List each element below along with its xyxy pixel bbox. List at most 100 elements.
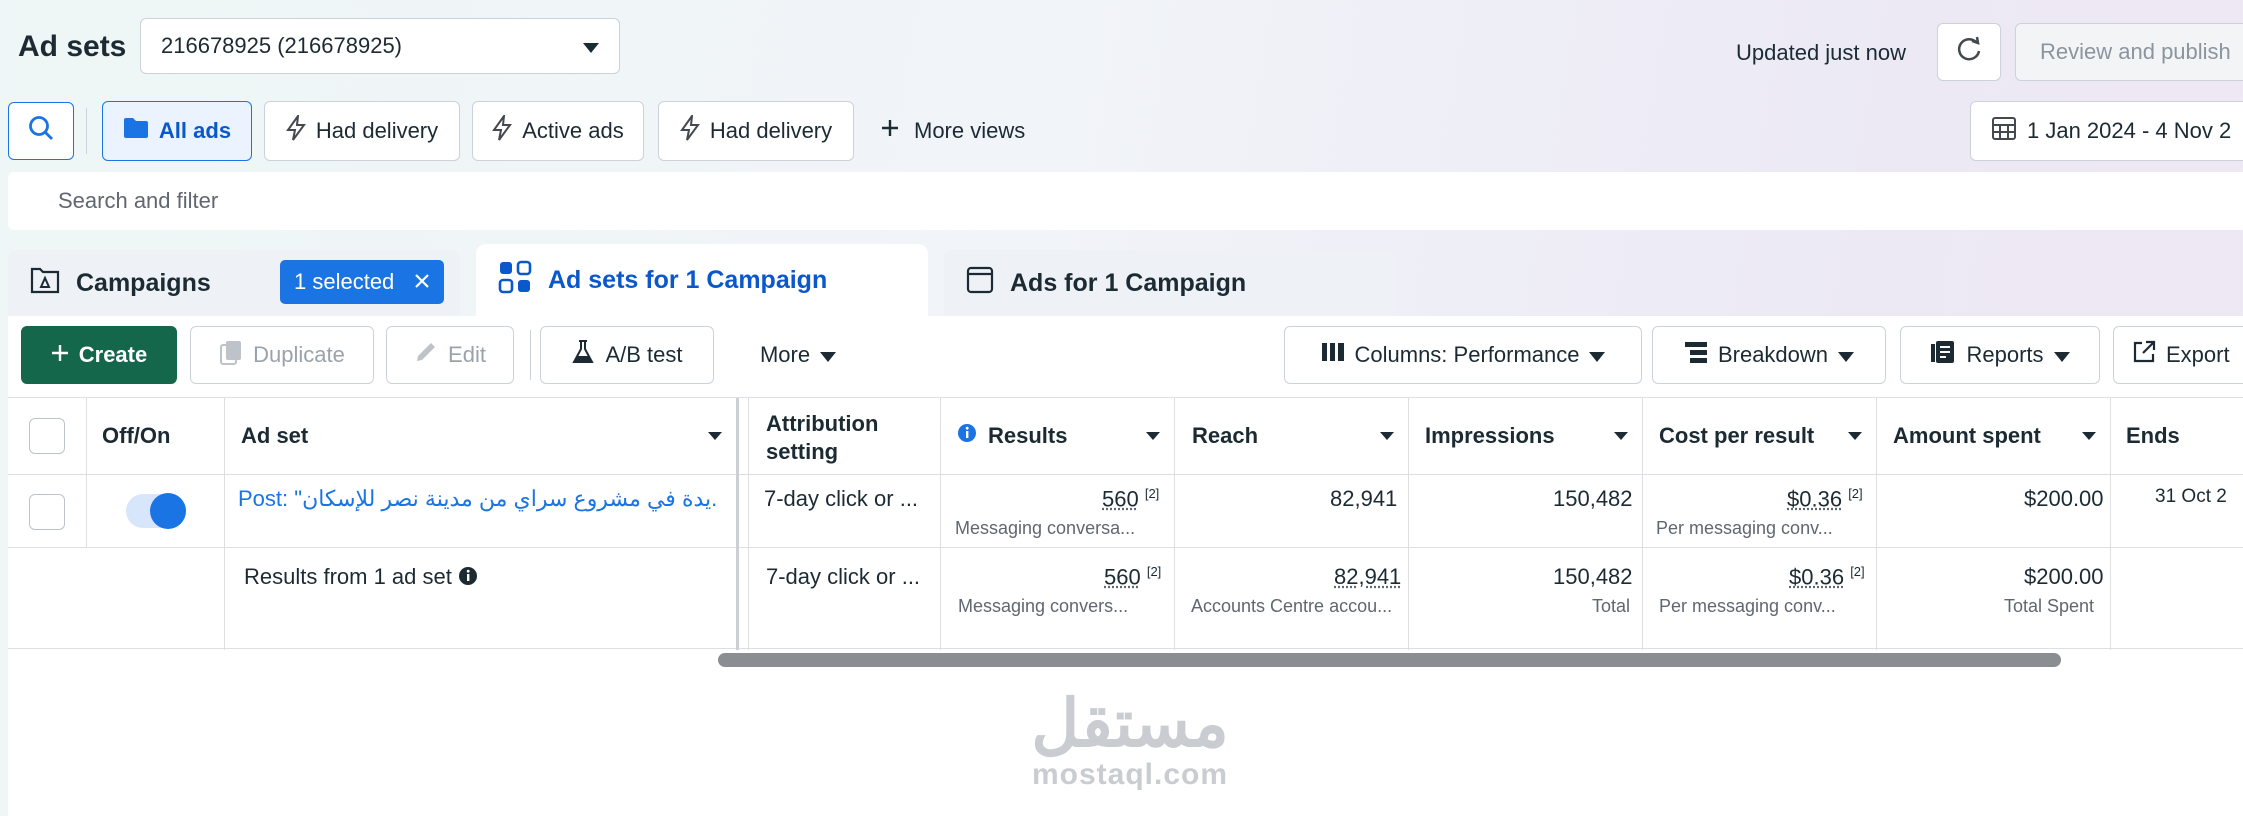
row-results-sub: Messaging conversa... xyxy=(955,518,1136,538)
divider xyxy=(86,108,87,154)
summary-impressions: 150,482 xyxy=(1553,564,1633,589)
header-reach[interactable]: Reach xyxy=(1192,423,1258,449)
date-range-label: 1 Jan 2024 - 4 Nov 2 xyxy=(2027,118,2232,143)
create-button[interactable]: Create xyxy=(21,326,177,384)
tab-ad-sets[interactable]: Ad sets for 1 Campaign xyxy=(476,244,928,316)
columns-icon xyxy=(1321,342,1345,368)
export-button[interactable]: Export xyxy=(2113,326,2243,384)
view-label: Active ads xyxy=(522,118,624,143)
duplicate-icon xyxy=(219,339,243,371)
col-divider xyxy=(748,398,749,650)
header-attribution[interactable]: Attribution setting xyxy=(766,410,926,466)
duplicate-button[interactable]: Duplicate xyxy=(190,326,374,384)
plus-icon xyxy=(880,118,900,144)
header-amount-spent[interactable]: Amount spent xyxy=(1893,423,2041,449)
page-title: Ad sets xyxy=(18,30,127,63)
view-all-ads[interactable]: All ads xyxy=(102,101,252,161)
reports-button[interactable]: Reports xyxy=(1900,326,2100,384)
more-views-label: More views xyxy=(914,118,1026,143)
sort-caret-icon[interactable] xyxy=(708,432,722,440)
sort-caret-icon[interactable] xyxy=(2082,432,2096,440)
horizontal-scrollbar[interactable] xyxy=(718,653,2061,667)
ab-test-button[interactable]: A/B test xyxy=(540,326,714,384)
cost-value[interactable]: $0.36 xyxy=(1789,564,1844,589)
more-views-button[interactable]: More views xyxy=(880,101,1025,161)
col-divider xyxy=(1642,398,1643,650)
calendar-icon xyxy=(1991,115,2017,147)
summary-label: Results from 1 ad set xyxy=(244,564,478,590)
search-icon xyxy=(27,114,55,148)
view-active-ads[interactable]: Active ads xyxy=(472,101,644,161)
col-divider xyxy=(1408,398,1409,650)
review-publish-button[interactable]: Review and publish xyxy=(2015,23,2243,81)
toggle-knob xyxy=(150,493,186,529)
summary-reach-sub: Accounts Centre accou... xyxy=(1191,596,1393,616)
results-value[interactable]: 560 xyxy=(1104,564,1141,589)
search-input[interactable]: Search and filter xyxy=(8,172,2243,230)
row-impressions: 150,482 xyxy=(1553,486,1633,511)
summary-results[interactable]: 560 [2] xyxy=(1104,564,1161,590)
sort-caret-icon[interactable] xyxy=(1848,432,1862,440)
results-value[interactable]: 560 xyxy=(1102,486,1139,511)
account-selector[interactable]: 216678925 (216678925) xyxy=(140,18,620,74)
more-button[interactable]: More xyxy=(730,326,866,384)
breakdown-button[interactable]: Breakdown xyxy=(1652,326,1886,384)
refresh-icon xyxy=(1955,35,1983,69)
row-cost-sub: Per messaging conv... xyxy=(1656,518,1833,538)
summary-cost[interactable]: $0.36 [2] xyxy=(1789,564,1865,590)
row-cost[interactable]: $0.36 [2] xyxy=(1787,486,1863,512)
ad-set-name-link[interactable]: Post: "يدة في مشروع سراي من مدينة نصر لل… xyxy=(238,486,718,512)
select-all-checkbox[interactable] xyxy=(29,418,65,454)
tab-ads[interactable]: Ads for 1 Campaign xyxy=(944,250,1396,316)
edit-label: Edit xyxy=(448,342,486,367)
columns-label: Columns: Performance xyxy=(1354,342,1580,367)
reports-label: Reports xyxy=(1966,342,2044,367)
cost-value[interactable]: $0.36 xyxy=(1787,486,1842,511)
summary-cost-sub: Per messaging conv... xyxy=(1659,596,1836,616)
header-ends[interactable]: Ends xyxy=(2126,423,2180,449)
cost-footnote: [2] xyxy=(1848,486,1863,501)
header-off-on[interactable]: Off/On xyxy=(102,423,170,449)
frozen-divider[interactable] xyxy=(736,398,739,650)
tab-label: Ads for 1 Campaign xyxy=(1010,268,1247,297)
edit-button[interactable]: Edit xyxy=(386,326,514,384)
refresh-button[interactable] xyxy=(1937,23,2001,81)
row-checkbox[interactable] xyxy=(29,494,65,530)
header-cost-per-result[interactable]: Cost per result xyxy=(1659,423,1814,449)
columns-button[interactable]: Columns: Performance xyxy=(1284,326,1642,384)
plus-icon xyxy=(51,342,69,368)
caret-down-icon xyxy=(1589,342,1606,368)
close-icon[interactable] xyxy=(414,269,430,295)
ad-set-toggle[interactable] xyxy=(126,493,186,529)
view-had-delivery[interactable]: Had delivery xyxy=(264,101,460,161)
folder-icon xyxy=(123,117,149,145)
view-had-delivery-2[interactable]: Had delivery xyxy=(658,101,854,161)
caret-down-icon xyxy=(1838,342,1855,368)
sort-caret-icon[interactable] xyxy=(1614,432,1628,440)
summary-label-text: Results from 1 ad set xyxy=(244,564,452,589)
summary-amount-spent: $200.00 xyxy=(2024,564,2104,589)
row-results[interactable]: 560 [2] xyxy=(1102,486,1159,512)
sort-caret-icon[interactable] xyxy=(1146,432,1160,440)
ad-window-icon xyxy=(966,266,994,301)
chevron-down-icon xyxy=(583,33,599,59)
reports-icon xyxy=(1930,340,1956,370)
sort-caret-icon[interactable] xyxy=(1380,432,1394,440)
summary-reach[interactable]: 82,941 xyxy=(1334,564,1401,590)
header-ad-set[interactable]: Ad set xyxy=(241,423,308,449)
selected-chip[interactable]: 1 selected xyxy=(280,260,444,304)
bolt-icon xyxy=(285,112,306,147)
results-footnote: [2] xyxy=(1144,486,1160,501)
date-range-picker[interactable]: 1 Jan 2024 - 4 Nov 2 xyxy=(1970,101,2243,161)
search-button[interactable] xyxy=(8,102,74,160)
flask-icon xyxy=(571,339,595,371)
caret-down-icon xyxy=(2053,342,2070,368)
info-icon[interactable] xyxy=(957,423,977,448)
header-results[interactable]: Results xyxy=(988,423,1067,449)
results-footnote: [2] xyxy=(1146,564,1162,579)
grid-icon xyxy=(498,260,532,301)
campaign-flag-icon xyxy=(30,266,60,301)
header-border xyxy=(8,474,2243,475)
info-icon[interactable] xyxy=(458,566,478,586)
header-impressions[interactable]: Impressions xyxy=(1425,423,1555,449)
